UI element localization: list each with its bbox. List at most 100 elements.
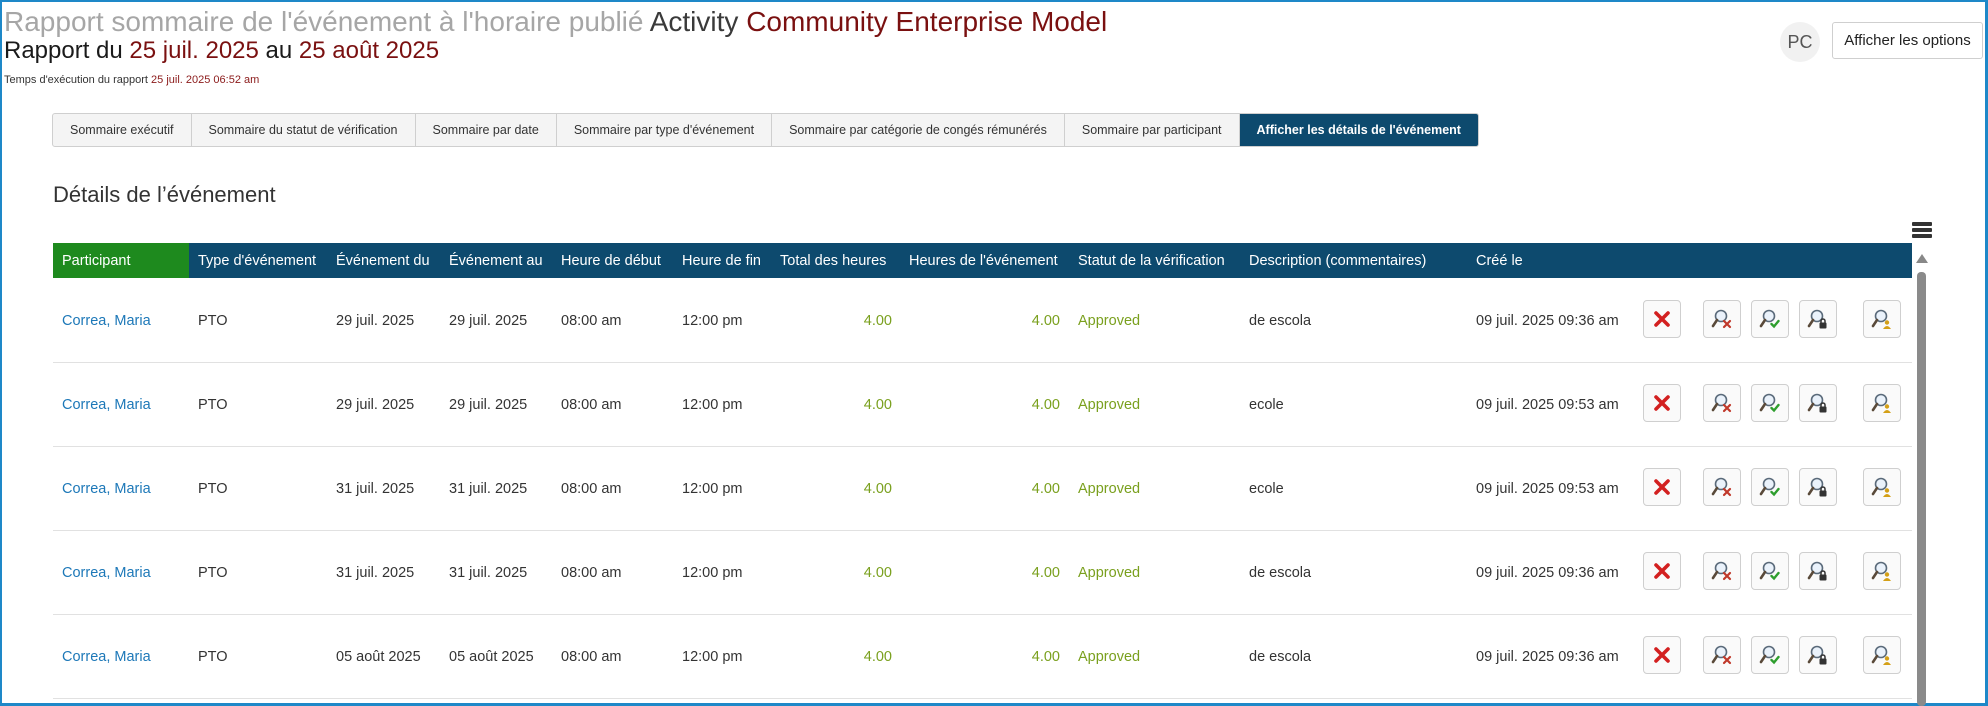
- search-reject-button[interactable]: [1703, 384, 1741, 422]
- tab-summary-by-event-type[interactable]: Sommaire par type d'événement: [557, 114, 773, 146]
- delete-button[interactable]: [1643, 300, 1681, 338]
- runtime-label: Temps d'exécution du rapport: [4, 74, 148, 86]
- report-tabs: Sommaire exécutif Sommaire du statut de …: [52, 113, 1479, 147]
- event-to-cell: 31 juil. 2025: [449, 480, 528, 497]
- column-header-start-time[interactable]: Heure de début: [561, 243, 661, 278]
- column-header-event-hours[interactable]: Heures de l'événement: [909, 243, 1058, 278]
- search-approve-icon: [1759, 392, 1781, 414]
- description-cell: ecole: [1249, 480, 1284, 497]
- participant-link[interactable]: Correa, Maria: [62, 615, 151, 698]
- search-reject-icon: [1711, 392, 1733, 414]
- column-header-total-hours[interactable]: Total des heures: [780, 243, 886, 278]
- column-header-event-type[interactable]: Type d'événement: [198, 243, 316, 278]
- search-lock-button[interactable]: [1799, 636, 1837, 674]
- created-cell: 09 juil. 2025 09:36 am: [1476, 564, 1619, 581]
- report-range-start: 25 juil. 2025: [129, 37, 259, 64]
- tab-event-details[interactable]: Afficher les détails de l'événement: [1239, 114, 1478, 146]
- search-reject-icon: [1711, 308, 1733, 330]
- search-lock-icon: [1807, 476, 1829, 498]
- delete-button[interactable]: [1643, 384, 1681, 422]
- total-hours-cell: 4.00: [863, 312, 892, 329]
- tab-summary-by-date[interactable]: Sommaire par date: [416, 114, 557, 146]
- scrollbar-thumb[interactable]: [1917, 272, 1926, 706]
- column-header-verification-status[interactable]: Statut de la vérification: [1078, 243, 1225, 278]
- avatar[interactable]: PC: [1780, 22, 1820, 62]
- search-user-button[interactable]: [1863, 300, 1901, 338]
- column-header-created[interactable]: Créé le: [1476, 243, 1523, 278]
- end-time-cell: 12:00 pm: [682, 312, 743, 329]
- tab-verification-status-summary[interactable]: Sommaire du statut de vérification: [192, 114, 416, 146]
- end-time-cell: 12:00 pm: [682, 396, 743, 413]
- search-lock-button[interactable]: [1799, 300, 1837, 338]
- column-header-event-from[interactable]: Événement du: [336, 243, 430, 278]
- search-reject-button[interactable]: [1703, 300, 1741, 338]
- table-row: Correa, Maria PTO 31 juil. 2025 31 juil. 20…: [53, 447, 1912, 531]
- column-header-event-to[interactable]: Événement au: [449, 243, 543, 278]
- event-hours-cell: 4.00: [1031, 312, 1060, 329]
- search-approve-button[interactable]: [1751, 384, 1789, 422]
- tab-executive-summary[interactable]: Sommaire exécutif: [53, 114, 192, 146]
- event-from-cell: 29 juil. 2025: [336, 312, 415, 329]
- participant-link[interactable]: Correa, Maria: [62, 447, 151, 530]
- start-time-cell: 08:00 am: [561, 396, 622, 413]
- search-approve-icon: [1759, 476, 1781, 498]
- event-hours-cell: 4.00: [1031, 648, 1060, 665]
- search-lock-button[interactable]: [1799, 552, 1837, 590]
- search-lock-button[interactable]: [1799, 384, 1837, 422]
- search-approve-button[interactable]: [1751, 552, 1789, 590]
- search-user-button[interactable]: [1863, 636, 1901, 674]
- event-from-cell: 31 juil. 2025: [336, 480, 415, 497]
- report-range: Rapport du 25 juil. 2025 au 25 août 2025: [4, 37, 439, 65]
- search-approve-button[interactable]: [1751, 636, 1789, 674]
- search-approve-button[interactable]: [1751, 300, 1789, 338]
- search-reject-button[interactable]: [1703, 552, 1741, 590]
- search-user-button[interactable]: [1863, 468, 1901, 506]
- search-reject-icon: [1711, 476, 1733, 498]
- column-header-description[interactable]: Description (commentaires): [1249, 243, 1426, 278]
- event-to-cell: 31 juil. 2025: [449, 564, 528, 581]
- participant-link[interactable]: Correa, Maria: [62, 363, 151, 446]
- search-lock-icon: [1807, 308, 1829, 330]
- search-lock-icon: [1807, 644, 1829, 666]
- delete-button[interactable]: [1643, 636, 1681, 674]
- column-header-end-time[interactable]: Heure de fin: [682, 243, 761, 278]
- created-cell: 09 juil. 2025 09:36 am: [1476, 312, 1619, 329]
- search-user-button[interactable]: [1863, 552, 1901, 590]
- delete-icon: [1653, 394, 1671, 412]
- search-user-button[interactable]: [1863, 384, 1901, 422]
- delete-button[interactable]: [1643, 552, 1681, 590]
- report-range-end: 25 août 2025: [298, 37, 440, 64]
- delete-button[interactable]: [1643, 468, 1681, 506]
- search-approve-button[interactable]: [1751, 468, 1789, 506]
- event-to-cell: 29 juil. 2025: [449, 312, 528, 329]
- description-cell: de escola: [1249, 564, 1312, 581]
- start-time-cell: 08:00 am: [561, 564, 622, 581]
- column-menu-icon[interactable]: [1912, 222, 1932, 240]
- event-to-cell: 29 juil. 2025: [449, 396, 528, 413]
- column-header-participant[interactable]: Participant: [53, 243, 189, 278]
- scroll-up-icon[interactable]: [1916, 254, 1928, 263]
- report-title-model: Community Enterprise Model: [746, 6, 1108, 37]
- search-user-icon: [1871, 560, 1893, 582]
- participant-link[interactable]: Correa, Maria: [62, 279, 151, 362]
- report-title-activity: Activity: [649, 6, 739, 37]
- delete-icon: [1653, 310, 1671, 328]
- event-hours-cell: 4.00: [1031, 480, 1060, 497]
- tab-summary-by-paid-leave-category[interactable]: Sommaire par catégorie de congés rémunér…: [772, 114, 1065, 146]
- verification-status-cell: Approved: [1078, 564, 1141, 581]
- end-time-cell: 12:00 pm: [682, 564, 743, 581]
- event-from-cell: 29 juil. 2025: [336, 396, 415, 413]
- participant-link[interactable]: Correa, Maria: [62, 531, 151, 614]
- search-lock-button[interactable]: [1799, 468, 1837, 506]
- end-time-cell: 12:00 pm: [682, 648, 743, 665]
- total-hours-cell: 4.00: [863, 564, 892, 581]
- search-user-icon: [1871, 308, 1893, 330]
- total-hours-cell: 4.00: [863, 480, 892, 497]
- search-reject-button[interactable]: [1703, 636, 1741, 674]
- created-cell: 09 juil. 2025 09:53 am: [1476, 480, 1619, 497]
- search-reject-button[interactable]: [1703, 468, 1741, 506]
- show-options-button[interactable]: Afficher les options: [1832, 22, 1983, 59]
- table-row: Correa, Maria PTO 29 juil. 2025 29 juil. 20…: [53, 363, 1912, 447]
- tab-summary-by-participant[interactable]: Sommaire par participant: [1065, 114, 1240, 146]
- end-time-cell: 12:00 pm: [682, 480, 743, 497]
